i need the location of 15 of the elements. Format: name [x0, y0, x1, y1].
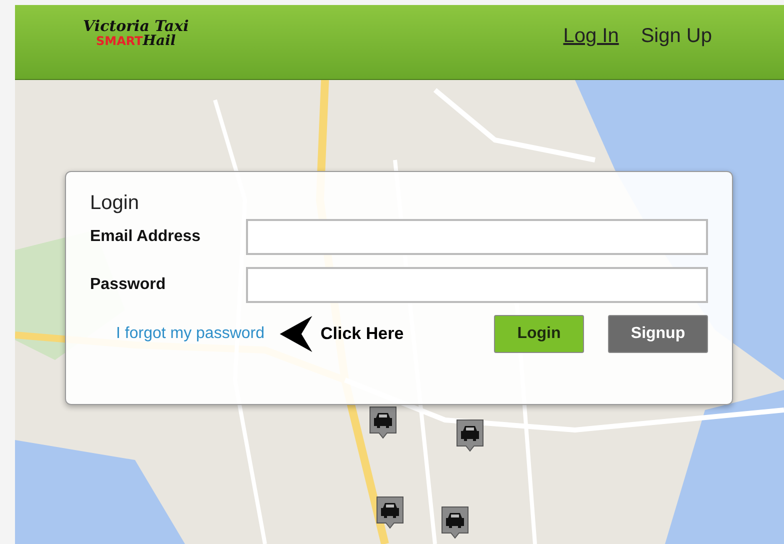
input-field[interactable]: [246, 219, 708, 255]
field-label: Password: [90, 276, 167, 294]
login-button[interactable]: Login: [494, 315, 584, 353]
logo-title: Victoria Taxi: [83, 18, 189, 34]
nav-link[interactable]: Sign Up: [640, 24, 712, 48]
nav-link[interactable]: Log In: [563, 24, 619, 48]
forgot-password-link[interactable]: I forgot my password: [116, 325, 264, 343]
logo-hail-text: Hail: [142, 32, 176, 48]
dialog-title: Login: [90, 192, 140, 215]
logo-smart-text: SMART: [96, 34, 143, 48]
field-label: Email Address: [90, 228, 202, 246]
signup-button[interactable]: Signup: [608, 315, 708, 353]
pointer-arrow-icon: [278, 316, 312, 352]
annotation-text: Click Here: [320, 324, 404, 344]
input-field[interactable]: [246, 267, 708, 303]
